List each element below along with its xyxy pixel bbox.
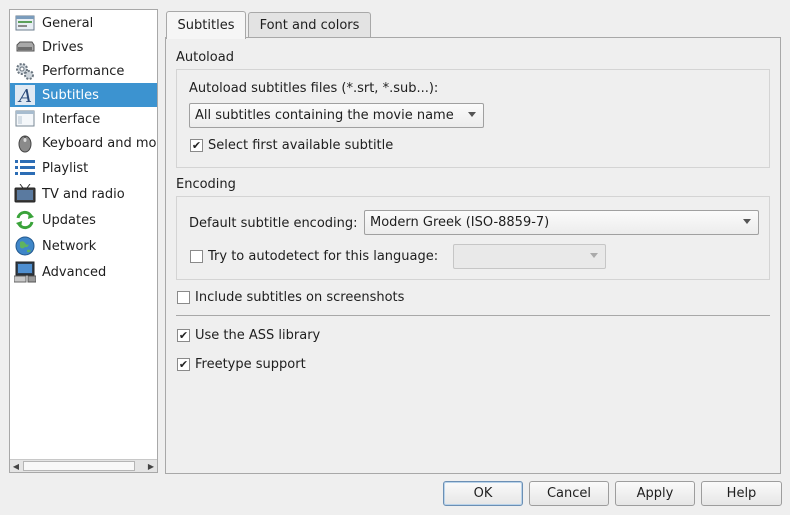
computer-icon [14, 261, 36, 283]
category-list[interactable]: General Drives Performance A Subtitles I… [9, 9, 158, 473]
sidebar-item-label: Advanced [42, 264, 107, 280]
drive-icon [14, 37, 36, 57]
autoload-files-label: Autoload subtitles files (*.srt, *.sub..… [189, 81, 439, 96]
scroll-left-icon[interactable]: ◀ [10, 460, 22, 472]
list-icon [14, 158, 36, 178]
general-settings-icon [14, 13, 36, 33]
help-button[interactable]: Help [701, 481, 782, 506]
sidebar-item-tv-radio[interactable]: TV and radio [10, 182, 157, 206]
cancel-button[interactable]: Cancel [529, 481, 609, 506]
autodetect-language-combo[interactable] [453, 244, 606, 269]
freetype-label[interactable]: Freetype support [195, 357, 306, 372]
tab-font-and-colors[interactable]: Font and colors [248, 12, 371, 38]
sidebar-item-label: Performance [42, 63, 125, 79]
scroll-right-icon[interactable]: ▶ [145, 460, 157, 472]
scrollbar-thumb[interactable] [23, 461, 135, 471]
tv-icon [14, 184, 36, 204]
sidebar-item-performance[interactable]: Performance [10, 59, 157, 83]
default-encoding-combo[interactable]: Modern Greek (ISO-8859-7) [364, 210, 759, 235]
sidebar-item-label: Keyboard and mou [42, 135, 158, 151]
globe-icon [14, 236, 36, 256]
subtitle-letter-icon: A [14, 85, 36, 105]
sidebar-item-label: Playlist [42, 160, 89, 176]
autodetect-checkbox[interactable] [190, 250, 203, 263]
sidebar-item-subtitles[interactable]: A Subtitles [10, 83, 157, 107]
sidebar-item-label: Updates [42, 212, 96, 228]
gears-icon [14, 61, 36, 81]
sidebar-item-label: General [42, 15, 94, 31]
checkmark-icon: ✔ [178, 358, 189, 371]
chevron-down-icon [590, 253, 598, 258]
include-screenshots-label[interactable]: Include subtitles on screenshots [195, 290, 404, 305]
sidebar-item-label: TV and radio [42, 186, 125, 202]
sidebar-item-updates[interactable]: Updates [10, 208, 157, 232]
sidebar-item-label: Network [42, 238, 97, 254]
sidebar-item-network[interactable]: Network [10, 234, 157, 258]
freetype-checkbox[interactable]: ✔ [177, 358, 190, 371]
default-encoding-label: Default subtitle encoding: [189, 216, 358, 231]
autoload-group-title: Autoload [176, 50, 234, 65]
mouse-icon [14, 133, 36, 153]
sidebar-item-interface[interactable]: Interface [10, 107, 157, 131]
apply-button[interactable]: Apply [615, 481, 695, 506]
checkmark-icon: ✔ [191, 139, 202, 152]
select-first-label[interactable]: Select first available subtitle [208, 138, 393, 153]
sidebar-item-keyboard[interactable]: Keyboard and mou [10, 131, 157, 155]
sidebar-item-label: Interface [42, 111, 101, 127]
sidebar-item-drives[interactable]: Drives [10, 35, 157, 59]
chevron-down-icon [743, 219, 751, 224]
ass-library-label[interactable]: Use the ASS library [195, 328, 320, 343]
tab-label: Subtitles [177, 18, 235, 33]
ass-library-checkbox[interactable]: ✔ [177, 329, 190, 342]
tab-subtitles[interactable]: Subtitles [166, 11, 246, 39]
sidebar-item-label: Drives [42, 39, 84, 55]
autoload-group: Autoload subtitles files (*.srt, *.sub..… [176, 69, 770, 168]
help-button-label: Help [726, 486, 757, 501]
sidebar-item-advanced[interactable]: Advanced [10, 260, 157, 284]
select-first-checkbox[interactable]: ✔ [190, 139, 203, 152]
sidebar-horizontal-scrollbar[interactable]: ◀ ▶ [10, 459, 157, 472]
window-icon [14, 109, 36, 129]
autodetect-label[interactable]: Try to autodetect for this language: [208, 249, 438, 264]
autoload-files-value: All subtitles containing the movie name [195, 108, 454, 123]
sidebar-item-playlist[interactable]: Playlist [10, 156, 157, 180]
subtitles-panel: Autoload Autoload subtitles files (*.srt… [165, 37, 781, 474]
include-screenshots-checkbox[interactable] [177, 291, 190, 304]
refresh-icon [14, 210, 36, 230]
checkmark-icon: ✔ [178, 329, 189, 342]
ok-button[interactable]: OK [443, 481, 523, 506]
cancel-button-label: Cancel [546, 486, 592, 501]
chevron-down-icon [468, 112, 476, 117]
encoding-group-title: Encoding [176, 177, 236, 192]
encoding-group: Default subtitle encoding: Modern Greek … [176, 196, 770, 280]
ok-button-label: OK [473, 486, 493, 501]
default-encoding-value: Modern Greek (ISO-8859-7) [370, 215, 550, 230]
svg-text:A: A [17, 86, 32, 105]
tab-label: Font and colors [259, 18, 360, 33]
autoload-files-combo[interactable]: All subtitles containing the movie name [189, 103, 484, 128]
separator [176, 315, 770, 316]
sidebar-item-general[interactable]: General [10, 11, 157, 35]
sidebar-item-label: Subtitles [42, 87, 99, 103]
apply-button-label: Apply [636, 486, 674, 501]
